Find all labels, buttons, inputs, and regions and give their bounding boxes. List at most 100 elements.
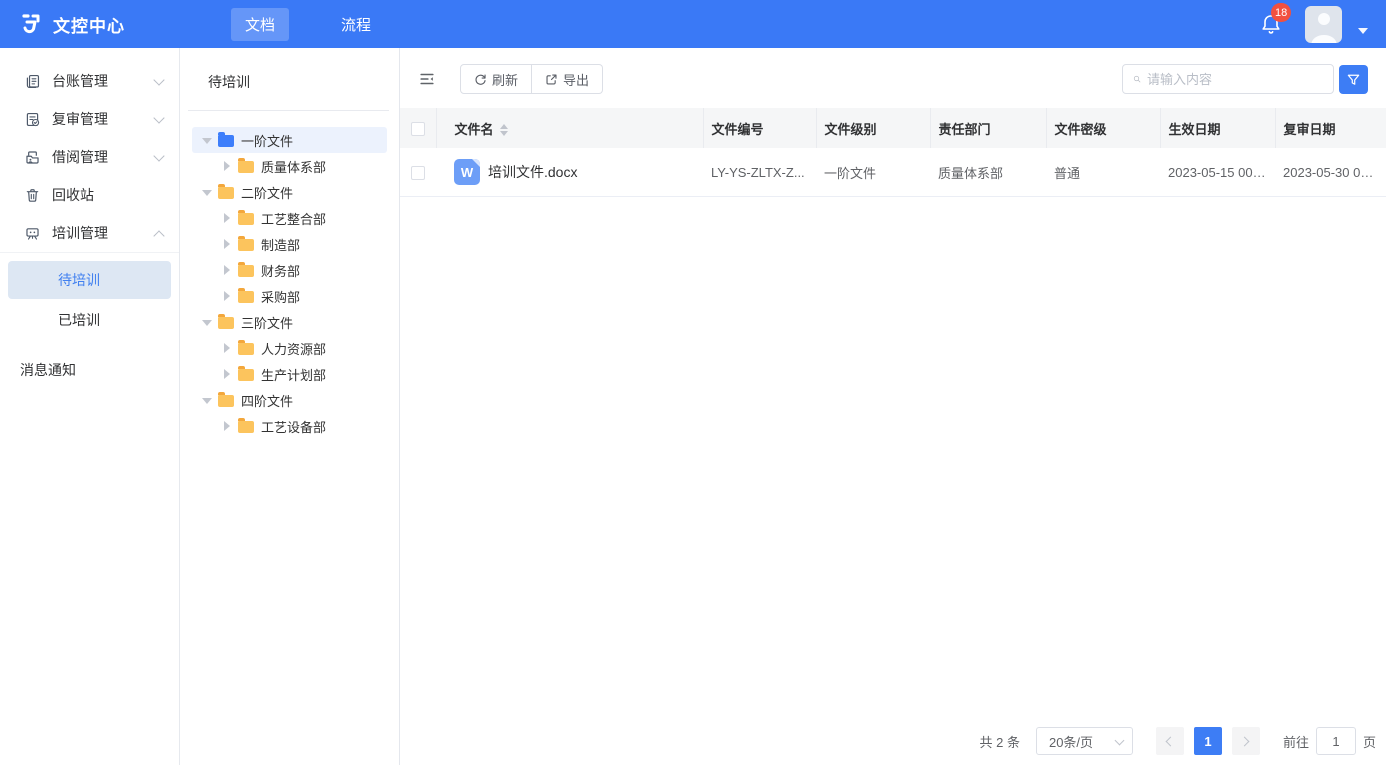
chevron-down-icon: [155, 152, 165, 162]
tree-node-label: 制造部: [261, 235, 300, 254]
refresh-button-label: 刷新: [492, 70, 518, 89]
tree-node-level2[interactable]: 二阶文件: [192, 179, 387, 205]
chevron-up-icon: [155, 228, 165, 238]
chevron-down-icon: [155, 114, 165, 124]
tree-node-label: 生产计划部: [261, 365, 326, 384]
tab-workflow[interactable]: 流程: [327, 8, 385, 41]
refresh-button[interactable]: 刷新: [460, 64, 532, 94]
chevron-right-icon: [1241, 737, 1250, 746]
tree-node-department[interactable]: 工艺整合部: [192, 205, 387, 231]
caret-down-icon[interactable]: [202, 135, 212, 145]
caret-right-icon[interactable]: [222, 421, 232, 431]
folder-icon: [218, 395, 234, 407]
chevron-down-icon: [1116, 737, 1124, 745]
tree-node-department[interactable]: 生产计划部: [192, 361, 387, 387]
folder-icon: [218, 317, 234, 329]
sidebar-item-label: 借阅管理: [52, 147, 155, 167]
user-avatar[interactable]: [1305, 6, 1342, 43]
row-checkbox[interactable]: [411, 166, 425, 180]
tree-node-level3[interactable]: 三阶文件: [192, 309, 387, 335]
top-nav: 文档 流程: [231, 8, 385, 41]
collapse-panel-icon[interactable]: [418, 70, 436, 88]
tree-node-label: 质量体系部: [261, 157, 326, 176]
cell-review-date: 2023-05-30 00:...: [1275, 148, 1386, 197]
tree-node-label: 二阶文件: [241, 183, 293, 202]
caret-right-icon[interactable]: [222, 369, 232, 379]
sidebar-item-notifications[interactable]: 消息通知: [0, 351, 179, 389]
sidebar-item-label: 复审管理: [52, 109, 155, 129]
tab-documents[interactable]: 文档: [231, 8, 289, 41]
user-menu-caret-icon[interactable]: [1358, 28, 1368, 34]
tree-node-label: 四阶文件: [241, 391, 293, 410]
pagination: 共 2 条 20条/页 1 前往 页: [980, 727, 1377, 755]
tree-node-level1[interactable]: 一阶文件: [192, 127, 387, 153]
sidebar-item-recycle-bin[interactable]: 回收站: [0, 176, 179, 214]
goto-unit: 页: [1363, 732, 1376, 751]
goto-label: 前往: [1283, 732, 1309, 751]
tree-node-level4[interactable]: 四阶文件: [192, 387, 387, 413]
column-header-review-date: 复审日期: [1275, 108, 1386, 148]
sidebar-item-ledger[interactable]: 台账管理: [0, 62, 179, 100]
notification-bell[interactable]: 18: [1259, 11, 1283, 37]
table-header-row: 文件名 文件编号 文件级别 责任部门 文件密级 生效日期 复审日期: [400, 108, 1386, 148]
folder-tree-panel: 待培训 一阶文件 质量体系部 二阶文件 工艺整合部 制造部: [180, 48, 400, 765]
select-all-checkbox[interactable]: [411, 122, 425, 136]
cell-department: 质量体系部: [930, 148, 1046, 197]
caret-down-icon[interactable]: [202, 395, 212, 405]
search-input[interactable]: [1147, 72, 1323, 87]
folder-icon: [238, 421, 254, 433]
tree-node-label: 一阶文件: [241, 131, 293, 150]
tree-node-department[interactable]: 财务部: [192, 257, 387, 283]
export-button[interactable]: 导出: [532, 64, 603, 94]
folder-icon: [238, 161, 254, 173]
tree-node-department[interactable]: 质量体系部: [192, 153, 387, 179]
tree-node-label: 三阶文件: [241, 313, 293, 332]
sort-icon[interactable]: [500, 124, 508, 136]
caret-down-icon[interactable]: [202, 317, 212, 327]
ledger-icon: [24, 73, 41, 90]
caret-right-icon[interactable]: [222, 265, 232, 275]
tree-node-department[interactable]: 工艺设备部: [192, 413, 387, 439]
tree-node-department[interactable]: 制造部: [192, 231, 387, 257]
caret-right-icon[interactable]: [222, 343, 232, 353]
column-header-security: 文件密级: [1046, 108, 1160, 148]
page-size-value: 20条/页: [1049, 732, 1093, 751]
caret-right-icon[interactable]: [222, 291, 232, 301]
tree-node-label: 人力资源部: [261, 339, 326, 358]
folder-icon: [238, 369, 254, 381]
refresh-icon: [474, 73, 487, 86]
column-header-file-name[interactable]: 文件名: [436, 108, 703, 148]
documents-table: 文件名 文件编号 文件级别 责任部门 文件密级 生效日期 复审日期 W: [400, 108, 1386, 197]
chevron-down-icon: [155, 76, 165, 86]
app-title: 文控中心: [53, 12, 125, 37]
cell-security: 普通: [1046, 148, 1160, 197]
caret-right-icon[interactable]: [222, 161, 232, 171]
caret-right-icon[interactable]: [222, 239, 232, 249]
toolbar-button-group: 刷新 导出: [460, 64, 603, 94]
submenu-item-pending-training[interactable]: 待培训: [8, 261, 171, 299]
divider: [188, 110, 389, 111]
current-page-button[interactable]: 1: [1194, 727, 1222, 755]
goto-page-input[interactable]: [1316, 727, 1356, 755]
tree-node-department[interactable]: 人力资源部: [192, 335, 387, 361]
filter-icon: [1346, 72, 1361, 87]
caret-right-icon[interactable]: [222, 213, 232, 223]
caret-down-icon[interactable]: [202, 187, 212, 197]
submenu-item-completed-training[interactable]: 已培训: [8, 301, 171, 339]
folder-icon: [218, 135, 234, 147]
folder-icon: [238, 291, 254, 303]
next-page-button[interactable]: [1232, 727, 1260, 755]
table-row[interactable]: W 培训文件.docx LY-YS-ZLTX-Z... 一阶文件 质量体系部 普…: [400, 148, 1386, 197]
sidebar-item-label: 培训管理: [52, 223, 155, 243]
sidebar-item-training[interactable]: 培训管理: [0, 214, 179, 252]
page-size-select[interactable]: 20条/页: [1036, 727, 1133, 755]
file-name-link[interactable]: 培训文件.docx: [488, 162, 577, 182]
tree-node-department[interactable]: 采购部: [192, 283, 387, 309]
sidebar-item-borrow[interactable]: 借阅管理: [0, 138, 179, 176]
sidebar-item-review[interactable]: 复审管理: [0, 100, 179, 138]
cell-effective-date: 2023-05-15 00:...: [1160, 148, 1275, 197]
prev-page-button[interactable]: [1156, 727, 1184, 755]
filter-button[interactable]: [1339, 65, 1368, 94]
logo-icon: [18, 11, 44, 37]
column-header-file-level: 文件级别: [816, 108, 930, 148]
